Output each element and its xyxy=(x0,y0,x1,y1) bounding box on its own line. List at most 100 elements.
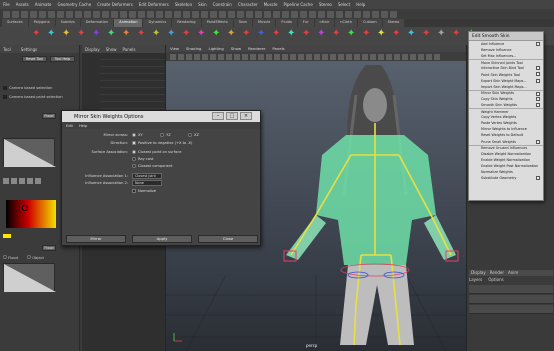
menu-muscle[interactable]: Muscle xyxy=(264,2,278,7)
menu-animate[interactable]: Animate xyxy=(35,2,52,7)
status-icon[interactable] xyxy=(219,10,226,18)
status-icon[interactable] xyxy=(165,10,172,18)
status-icon[interactable] xyxy=(57,10,64,18)
status-icon[interactable] xyxy=(273,10,280,18)
shelf-tool-icon[interactable] xyxy=(60,28,72,42)
dialog-menu-edit[interactable]: Edit xyxy=(66,124,73,128)
menu-pipeline-cache[interactable]: Pipeline Cache xyxy=(283,2,312,7)
status-icon[interactable] xyxy=(363,10,370,18)
reset-tool-button[interactable]: Reset Tool xyxy=(22,56,47,62)
layer-menu-options[interactable]: Options xyxy=(488,277,503,282)
option-box-icon[interactable] xyxy=(536,176,540,181)
status-icon[interactable] xyxy=(12,10,19,18)
mirror-across-yz[interactable]: YZ xyxy=(160,133,171,137)
dialog-menu-help[interactable]: Help xyxy=(79,124,87,128)
shelf-tool-icon[interactable] xyxy=(450,28,462,42)
option-box-icon[interactable] xyxy=(536,102,540,107)
ramp-handle[interactable] xyxy=(22,205,28,211)
camera-paint-selection-row[interactable]: Camera based paint selection xyxy=(3,95,63,99)
shelf-tool-icon[interactable] xyxy=(330,28,342,42)
status-icon[interactable] xyxy=(246,10,253,18)
menu-help[interactable]: Help xyxy=(356,2,365,7)
shelf-tab-ncloth[interactable]: nCloth xyxy=(335,19,357,27)
shelf-tab-deformation[interactable]: Deformation xyxy=(80,19,114,27)
layer-row[interactable] xyxy=(469,305,553,314)
color-ramp[interactable] xyxy=(6,200,56,228)
shelf-tool-icon[interactable] xyxy=(225,28,237,42)
radio[interactable] xyxy=(3,255,7,259)
radio-selected[interactable] xyxy=(132,133,136,137)
shelf-tab-dynamics[interactable]: Dynamics xyxy=(143,19,172,27)
status-icon[interactable] xyxy=(345,10,352,18)
option-box-icon[interactable] xyxy=(536,42,540,46)
status-icon[interactable] xyxy=(381,10,388,18)
menu-stereo[interactable]: Stereo xyxy=(319,2,332,7)
outliner-menu-panels[interactable]: Panels xyxy=(123,47,136,52)
status-icon[interactable] xyxy=(84,10,91,18)
layer-row[interactable] xyxy=(469,285,553,294)
shelf-tab-muscle[interactable]: Muscle xyxy=(252,19,276,27)
option-box-icon[interactable] xyxy=(536,78,540,83)
status-icon[interactable] xyxy=(102,10,109,18)
camera-selection-row[interactable]: Camera based selection xyxy=(3,86,52,90)
shelf-tab-polygons[interactable]: Polygons xyxy=(28,19,55,27)
menu-skin[interactable]: Skin xyxy=(198,2,207,7)
shelf-tool-icon[interactable] xyxy=(285,28,297,42)
close-icon[interactable]: × xyxy=(240,112,252,120)
shelf-tool-icon[interactable] xyxy=(30,28,42,42)
shelf-tab-stereo[interactable]: Stereo xyxy=(382,19,405,27)
status-icon[interactable] xyxy=(93,10,100,18)
shelf-tool-icon[interactable] xyxy=(90,28,102,42)
status-icon[interactable] xyxy=(48,10,55,18)
shelf-tool-icon[interactable] xyxy=(150,28,162,42)
shelf-tool-icon[interactable] xyxy=(420,28,432,42)
status-icon[interactable] xyxy=(336,10,343,18)
shelf-tool-icon[interactable] xyxy=(195,28,207,42)
menu-create-deformers[interactable]: Create Deformers xyxy=(97,2,133,7)
menu-geometry-cache[interactable]: Geometry Cache xyxy=(58,2,92,7)
status-icon[interactable] xyxy=(174,10,181,18)
layer-tab-anim[interactable]: Anim xyxy=(508,270,518,276)
outliner-menu-display[interactable]: Display xyxy=(85,47,100,52)
status-icon[interactable] xyxy=(228,10,235,18)
shelf-tab-rendering[interactable]: Rendering xyxy=(172,19,201,27)
shelf-tool-icon[interactable] xyxy=(120,28,132,42)
status-icon[interactable] xyxy=(183,10,190,18)
status-icon[interactable] xyxy=(147,10,154,18)
menu-file[interactable]: File xyxy=(3,2,10,7)
menu-skeleton[interactable]: Skeleton xyxy=(175,2,192,7)
shelf-tool-icon[interactable] xyxy=(105,28,117,42)
shelf-tool-icon[interactable] xyxy=(405,28,417,42)
shelf-tool-icon[interactable] xyxy=(300,28,312,42)
shelf-tab-nhair[interactable]: nHair xyxy=(314,19,335,27)
flood-button[interactable]: Flood xyxy=(42,245,56,251)
outliner-row[interactable] xyxy=(100,96,165,102)
layer-menu-layers[interactable]: Layers xyxy=(469,277,482,282)
status-icon[interactable] xyxy=(156,10,163,18)
shelf-tab-painteffects[interactable]: PaintEffects xyxy=(201,19,233,27)
status-icon[interactable] xyxy=(309,10,316,18)
shelf-tool-icon[interactable] xyxy=(255,28,267,42)
status-icon[interactable] xyxy=(138,10,145,18)
status-icon[interactable] xyxy=(201,10,208,18)
close-button[interactable]: Close xyxy=(198,235,258,243)
shelf-tab-animation[interactable]: Animation xyxy=(114,19,143,27)
menu-constrain[interactable]: Constrain xyxy=(213,2,232,7)
checkbox[interactable] xyxy=(3,95,7,99)
menu-character[interactable]: Character xyxy=(238,2,258,7)
normalize-checkbox[interactable]: Normalize xyxy=(132,189,156,193)
shelf-tool-icon[interactable] xyxy=(360,28,372,42)
checkbox[interactable] xyxy=(132,189,136,193)
shelf-tab-custom[interactable]: Custom xyxy=(357,19,382,27)
shelf-tab-toon[interactable]: Toon xyxy=(233,19,252,27)
secondary-profile-graph[interactable] xyxy=(3,263,56,292)
shelf-tool-icon[interactable] xyxy=(345,28,357,42)
surface-ray-cast[interactable]: Ray cast xyxy=(132,157,153,161)
shelf-tool-icon[interactable] xyxy=(165,28,177,42)
shelf-tool-icon[interactable] xyxy=(390,28,402,42)
shelf-tool-icon[interactable] xyxy=(75,28,87,42)
menu-select[interactable]: Select xyxy=(338,2,350,7)
status-icon[interactable] xyxy=(390,10,397,18)
checkbox-checked[interactable] xyxy=(132,141,136,145)
status-icon[interactable] xyxy=(3,10,10,18)
